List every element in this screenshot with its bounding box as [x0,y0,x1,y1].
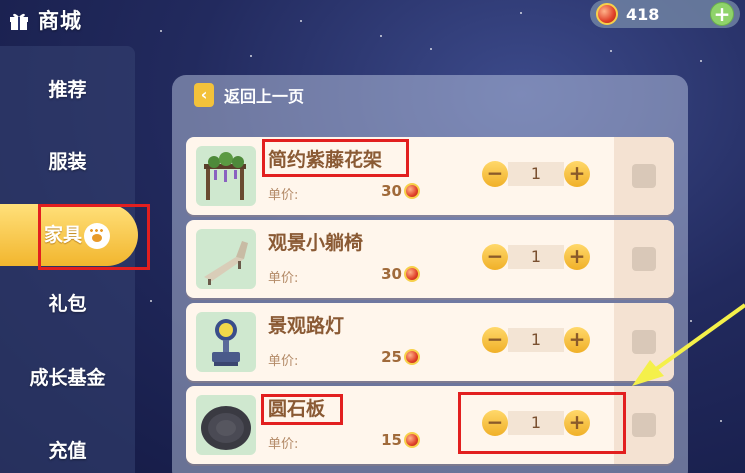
sidebar-item-recommend[interactable]: 推荐 [0,70,135,110]
price-label: 单价: [268,354,299,369]
chevron-left-icon: ‹ [194,83,214,107]
lounge-chair-icon [196,229,256,289]
quantity-value: 1 [508,162,564,186]
price-value: 30 [381,182,402,200]
select-column [614,303,674,381]
item-name: 观景小躺椅 [268,232,364,254]
list-item: 圆石板 单价: 15 − 1 + [186,386,674,464]
add-currency-button[interactable]: + [710,2,734,26]
price-label: 单价: [268,437,299,452]
price-value: 30 [381,265,402,283]
list-item: 观景小躺椅 单价: 30 − 1 + [186,220,674,298]
select-column [614,137,674,215]
category-sidebar: 推荐 服装 家具 礼包 成长基金 充值 [0,46,138,473]
paw-icon [84,222,110,249]
trellis-icon [196,146,256,206]
coin-icon [404,183,420,199]
list-item: 简约紫藤花架 单价: 30 − 1 + [186,137,674,215]
coin-icon [404,349,420,365]
sidebar-item-furniture[interactable]: 家具 [0,204,138,266]
select-column [614,220,674,298]
street-lamp-icon [196,312,256,372]
increase-quantity-button[interactable]: + [564,244,590,270]
quantity-value: 1 [508,245,564,269]
increase-quantity-button[interactable]: + [564,161,590,187]
coin-icon [404,266,420,282]
page-title: 商城 [38,9,82,33]
decrease-quantity-button[interactable]: − [482,161,508,187]
sidebar-item-clothing[interactable]: 服装 [0,142,135,182]
item-list-panel: ‹ 返回上一页 简约紫藤花架 单价: 30 − 1 + 观景小躺椅 单价: 30… [172,75,688,473]
currency-display: 418 + [590,0,740,28]
item-name: 简约紫藤花架 [268,149,383,171]
price-label: 单价: [268,271,299,286]
decrease-quantity-button[interactable]: − [482,410,508,436]
back-label: 返回上一页 [224,87,305,106]
increase-quantity-button[interactable]: + [564,410,590,436]
item-name: 景观路灯 [268,315,345,337]
increase-quantity-button[interactable]: + [564,327,590,353]
sidebar-item-recharge[interactable]: 充值 [0,431,135,471]
select-checkbox[interactable] [632,413,656,437]
back-button[interactable]: ‹ 返回上一页 [194,83,304,107]
stone-slab-icon [196,395,256,455]
price-value: 25 [381,348,402,366]
coin-icon [596,3,618,25]
select-column [614,386,674,464]
decrease-quantity-button[interactable]: − [482,244,508,270]
decrease-quantity-button[interactable]: − [482,327,508,353]
coin-icon [404,432,420,448]
price-label: 单价: [268,188,299,203]
price-value: 15 [381,431,402,449]
sidebar-item-growth-fund[interactable]: 成长基金 [0,358,135,398]
sidebar-item-gift-pack[interactable]: 礼包 [0,284,135,324]
currency-value: 418 [626,4,660,24]
select-checkbox[interactable] [632,247,656,271]
sidebar-item-label: 家具 [43,224,82,246]
gift-icon [10,13,28,30]
quantity-value: 1 [508,328,564,352]
list-item: 景观路灯 单价: 25 − 1 + [186,303,674,381]
item-name: 圆石板 [268,398,326,420]
shop-header: 商城 [0,0,200,40]
quantity-value: 1 [508,411,564,435]
select-checkbox[interactable] [632,330,656,354]
select-checkbox[interactable] [632,164,656,188]
